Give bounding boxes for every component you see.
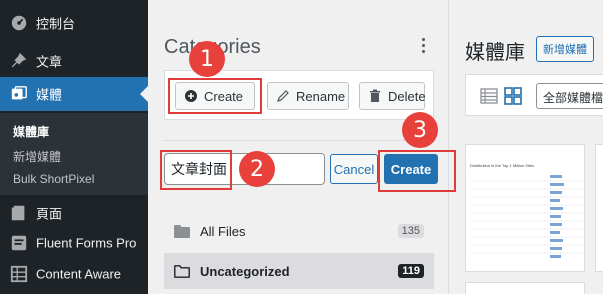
- media-icon: [11, 86, 27, 100]
- folder-outline-icon: [174, 265, 190, 278]
- pencil-icon: [277, 90, 289, 102]
- grid-view-icon[interactable]: [504, 87, 522, 105]
- admin-sidebar: 控制台 文章 媒體 媒體庫 新增媒體 Bulk ShortPixel 頁面 Fl…: [0, 0, 148, 294]
- menu-item-media[interactable]: 媒體: [0, 77, 148, 111]
- page-icon: [11, 205, 25, 221]
- submenu-bulk-shortpixel[interactable]: Bulk ShortPixel: [13, 172, 94, 186]
- folder-icon: [174, 225, 190, 238]
- menu-item-fluent-forms[interactable]: Fluent Forms Pro: [0, 226, 148, 260]
- menu-label: Content Aware: [36, 266, 122, 282]
- grid-icon: [10, 265, 28, 283]
- rename-label: Rename: [296, 88, 346, 104]
- callout-highlight-create: [168, 78, 262, 114]
- delete-label: Delete: [388, 88, 426, 104]
- menu-item-pages[interactable]: 頁面: [0, 196, 148, 230]
- folder-item-uncategorized[interactable]: Uncategorized 119: [164, 253, 434, 289]
- menu-label: Fluent Forms Pro: [36, 235, 137, 251]
- categories-panel: Categories Create Rename Delete Cancel C…: [148, 0, 448, 294]
- folder-label: All Files: [200, 223, 246, 239]
- page-title: 媒體庫: [465, 40, 525, 64]
- menu-label: 媒體: [36, 87, 63, 103]
- dashboard-icon: [11, 15, 27, 31]
- folder-count-badge: 135: [397, 224, 424, 238]
- delete-folder-button[interactable]: Delete: [359, 82, 426, 110]
- media-library: 媒體庫 新增媒體 全部媒體檔 Distribution in the Top 1…: [449, 0, 603, 294]
- media-submenu: 媒體庫 新增媒體 Bulk ShortPixel: [0, 113, 148, 195]
- submenu-add-new[interactable]: 新增媒體: [13, 148, 61, 165]
- callout-highlight-confirm: [378, 150, 456, 192]
- step-badge-1: 1: [189, 41, 225, 77]
- forms-icon: [11, 235, 27, 251]
- cancel-button[interactable]: Cancel: [330, 154, 378, 184]
- step-badge-3: 3: [402, 112, 438, 148]
- menu-label: 控制台: [36, 16, 76, 32]
- folder-item-all-files[interactable]: All Files 135: [164, 213, 434, 249]
- list-view-icon[interactable]: [480, 87, 498, 105]
- menu-item-posts[interactable]: 文章: [0, 44, 148, 78]
- submenu-library[interactable]: 媒體庫: [13, 123, 49, 140]
- callout-highlight-input: [160, 150, 232, 190]
- menu-label: 頁面: [36, 206, 63, 222]
- rename-folder-button[interactable]: Rename: [267, 82, 349, 110]
- media-thumbnail[interactable]: [465, 282, 585, 294]
- step-badge-2: 2: [239, 151, 275, 187]
- media-thumbnail[interactable]: Distribution in the Top 1 Million Sites: [465, 144, 585, 272]
- thumbnail-caption: Distribution in the Top 1 Million Sites: [470, 163, 535, 168]
- more-options-icon[interactable]: [420, 38, 426, 54]
- menu-label: 文章: [36, 54, 63, 70]
- menu-item-dashboard[interactable]: 控制台: [0, 6, 148, 40]
- trash-icon: [370, 89, 380, 102]
- thumbnail-table-image: [470, 173, 582, 265]
- media-thumbnail[interactable]: [595, 144, 603, 272]
- divider: [164, 140, 434, 141]
- folder-count-badge: 119: [398, 264, 424, 278]
- menu-item-content-aware[interactable]: Content Aware: [0, 257, 148, 291]
- media-toolbar: 全部媒體檔: [465, 74, 603, 116]
- add-new-media-button[interactable]: 新增媒體: [536, 36, 594, 62]
- folder-label: Uncategorized: [200, 263, 290, 279]
- pin-icon: [11, 52, 27, 68]
- media-type-filter[interactable]: 全部媒體檔: [536, 83, 603, 109]
